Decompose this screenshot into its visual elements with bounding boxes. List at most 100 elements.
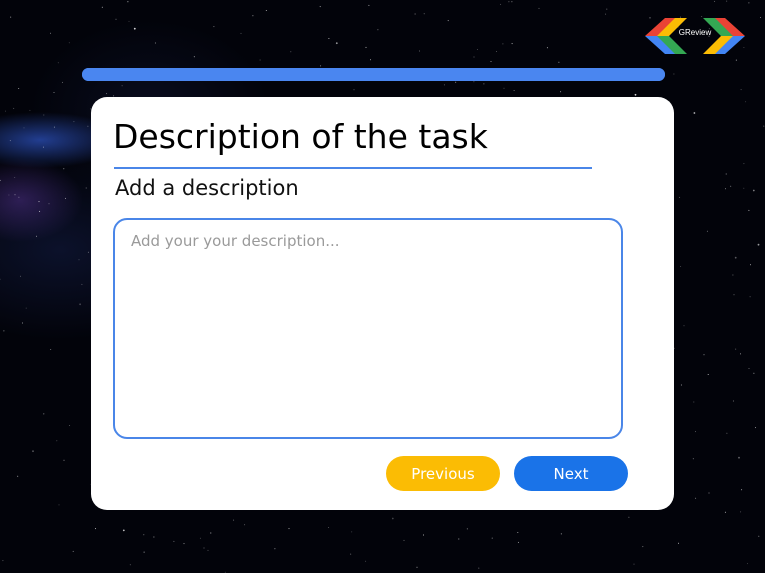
star — [708, 492, 710, 494]
star — [50, 32, 51, 34]
star — [403, 539, 405, 541]
star — [128, 20, 130, 22]
star — [693, 401, 695, 403]
star — [707, 374, 709, 375]
star — [740, 89, 742, 91]
star — [513, 90, 515, 91]
star — [377, 29, 379, 31]
star — [605, 13, 607, 15]
star — [511, 43, 513, 45]
section-label: Add a description — [115, 176, 299, 200]
star — [458, 538, 460, 540]
star — [23, 127, 25, 129]
star — [423, 13, 425, 15]
star — [154, 42, 156, 44]
star — [606, 8, 608, 10]
star — [747, 563, 748, 565]
star — [680, 384, 682, 386]
star — [20, 275, 21, 277]
star — [758, 535, 760, 537]
star — [634, 93, 637, 96]
star — [740, 511, 742, 513]
star — [87, 125, 89, 127]
star — [13, 107, 15, 109]
star — [735, 348, 737, 350]
star — [714, 0, 716, 2]
star — [447, 20, 449, 22]
previous-button[interactable]: Previous — [386, 456, 500, 491]
star — [81, 283, 83, 285]
star — [370, 59, 371, 61]
star — [679, 196, 681, 198]
star — [153, 536, 155, 538]
star — [328, 38, 330, 39]
star — [62, 81, 63, 83]
star — [274, 548, 276, 550]
star — [391, 517, 394, 520]
star — [68, 42, 70, 44]
star — [740, 353, 741, 355]
star — [43, 114, 45, 116]
star — [56, 440, 58, 442]
star — [17, 475, 19, 477]
star — [416, 566, 418, 568]
star — [328, 527, 330, 528]
star — [244, 524, 246, 526]
star — [25, 307, 27, 309]
star — [14, 194, 16, 196]
star — [8, 194, 10, 196]
star — [0, 278, 1, 280]
star — [546, 47, 548, 49]
star — [9, 140, 11, 142]
star — [143, 534, 145, 536]
star — [48, 203, 50, 205]
star — [478, 567, 480, 569]
star — [320, 65, 322, 67]
star — [473, 81, 475, 83]
star — [741, 489, 743, 491]
star — [733, 294, 735, 296]
progress-bar-fill — [82, 68, 665, 81]
star — [763, 125, 765, 127]
star — [692, 458, 694, 460]
star — [473, 56, 475, 58]
star — [259, 59, 261, 61]
star — [50, 349, 52, 350]
star — [73, 121, 75, 123]
star — [265, 10, 267, 11]
star — [538, 7, 540, 9]
star — [0, 179, 1, 181]
star — [203, 547, 205, 549]
star — [319, 6, 321, 8]
star — [752, 189, 755, 192]
star — [633, 563, 635, 565]
star — [53, 92, 55, 93]
star — [673, 73, 675, 75]
star — [508, 1, 510, 3]
star — [678, 542, 679, 544]
star — [738, 456, 740, 459]
star — [351, 531, 353, 533]
star — [252, 15, 254, 17]
star — [628, 516, 630, 518]
next-button[interactable]: Next — [514, 456, 628, 491]
star — [85, 187, 87, 189]
star — [335, 42, 338, 45]
star — [121, 85, 123, 87]
star — [483, 83, 485, 85]
star — [353, 89, 355, 91]
star — [63, 168, 65, 170]
star — [3, 330, 5, 332]
progress-bar — [82, 68, 665, 81]
star — [695, 497, 697, 499]
star — [491, 537, 493, 539]
description-textarea[interactable] — [113, 218, 623, 439]
star — [476, 49, 478, 50]
star — [502, 43, 504, 45]
star — [32, 450, 34, 453]
star — [10, 16, 12, 18]
star — [58, 504, 60, 506]
star — [750, 264, 751, 266]
star — [213, 26, 215, 28]
star — [87, 251, 89, 253]
